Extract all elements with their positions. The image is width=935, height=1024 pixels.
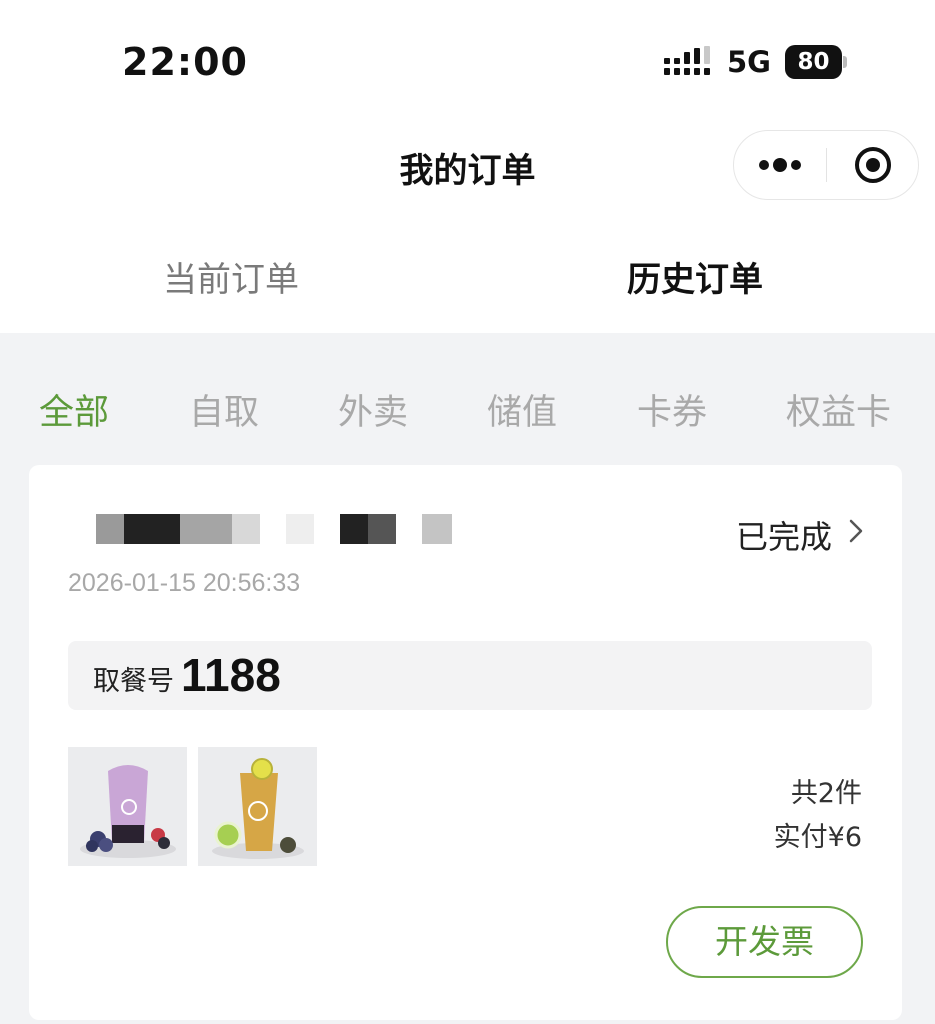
order-datetime: 2026-01-15 20:56:33 [68,569,301,597]
invoice-button[interactable]: 开发票 [666,906,863,978]
filter-stored-value[interactable]: 储值 [487,384,557,435]
pickup-number: 1188 [181,649,281,701]
more-button[interactable] [734,131,826,199]
signal-icon [664,46,710,75]
mini-program-capsule [733,130,919,200]
target-close-icon [855,147,891,183]
store-name-redacted [68,514,452,544]
network-type: 5G [727,45,771,79]
filter-membership-card[interactable]: 权益卡 [786,384,891,435]
lemon-tea-image [198,747,317,866]
pickup-label: 取餐号 [93,666,174,697]
purple-drink-image [68,747,187,866]
filter-delivery[interactable]: 外卖 [338,384,408,435]
amount-paid: 实付¥6 [773,822,862,853]
status-time: 22:00 [122,40,248,84]
tab-current-orders[interactable]: 当前订单 [163,252,299,301]
filter-all[interactable]: 全部 [39,384,109,435]
filter-vouchers[interactable]: 卡券 [637,384,707,435]
close-button[interactable] [827,131,919,199]
battery-level: 80 [785,45,842,79]
more-dots-icon [759,158,801,172]
filter-pickup[interactable]: 自取 [189,384,259,435]
tab-history-orders[interactable]: 历史订单 [627,252,763,301]
item-count: 共2件 [790,778,862,809]
battery-tip [843,56,847,68]
chevron-right-icon [849,519,863,543]
order-type-filters: 全部 自取 外卖 储值 卡券 权益卡 [0,384,935,434]
battery-icon: 80 [785,45,847,79]
order-status[interactable]: 已完成 [736,512,832,558]
